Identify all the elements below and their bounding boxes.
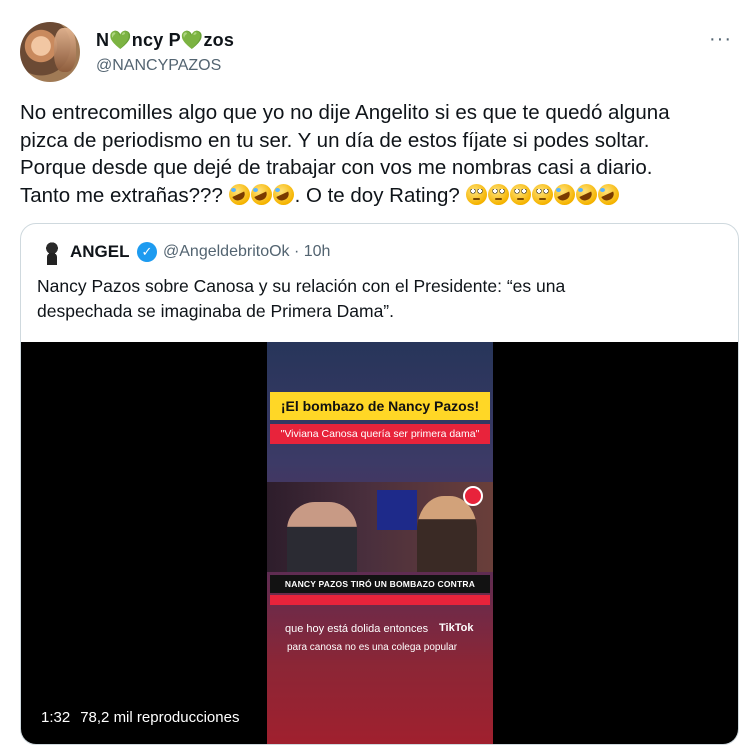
host-figure <box>287 502 357 572</box>
rolling-eyes-emoji-icon <box>510 183 531 205</box>
video-lower-bar <box>270 595 490 605</box>
emoji-group-2 <box>466 183 620 207</box>
tweet-tail: . O te doy Rating? <box>294 183 466 207</box>
rofl-emoji-icon <box>251 183 273 205</box>
quoted-author-avatar[interactable] <box>40 241 64 265</box>
rolling-eyes-emoji-icon <box>488 183 509 205</box>
quoted-tweet[interactable]: ANGEL ✓ @AngeldebritoOk · 10h Nancy Pazo… <box>20 223 739 745</box>
rofl-emoji-icon <box>554 183 575 205</box>
rofl-emoji-icon <box>576 183 597 205</box>
emoji-group-1 <box>229 183 295 207</box>
video-views: 78,2 mil reproducciones <box>80 709 240 726</box>
studio-screen <box>377 490 417 530</box>
more-dots-icon[interactable]: ··· <box>709 28 732 51</box>
quoted-text: Nancy Pazos sobre Canosa y su relación c… <box>37 276 566 321</box>
video-subtitle-2: para canosa no es una colega popular <box>287 642 458 653</box>
tweet-text: No entrecomilles algo que yo no dije Ang… <box>20 99 735 209</box>
video-studio-scene <box>267 482 493 572</box>
video-banner-title: ¡El bombazo de Nancy Pazos! <box>270 392 490 420</box>
video-banner-quote: "Viviana Canosa quería ser primera dama" <box>270 424 490 444</box>
tiktok-watermark: TikTok <box>439 622 474 634</box>
author-name[interactable]: N💚ncy P💚zos <box>96 30 234 51</box>
author-handle[interactable]: @NANCYPAZOS <box>96 57 221 75</box>
video-frame: ¡El bombazo de Nancy Pazos! "Viviana Can… <box>267 342 493 744</box>
author-avatar[interactable] <box>20 22 80 82</box>
quoted-author-name[interactable]: ANGEL <box>70 242 130 262</box>
video-subtitle-1: que hoy está dolida entonces <box>285 623 429 635</box>
rofl-emoji-icon <box>273 183 295 205</box>
rolling-eyes-emoji-icon <box>532 183 553 205</box>
video-duration: 1:32 <box>41 709 71 726</box>
rofl-emoji-icon <box>598 183 619 205</box>
video-info-badge: 1:32 78,2 mil reproducciones <box>33 704 248 732</box>
video-player[interactable]: ¡El bombazo de Nancy Pazos! "Viviana Can… <box>21 342 738 744</box>
rofl-emoji-icon <box>229 183 251 205</box>
quoted-handle-time[interactable]: @AngeldebritoOk · 10h <box>163 243 330 261</box>
guest-figure <box>417 496 477 572</box>
video-lower-third: NANCY PAZOS TIRÓ UN BOMBAZO CONTRA CANOS… <box>270 575 490 607</box>
channel-logo-icon <box>463 486 483 506</box>
verified-badge-icon: ✓ <box>137 242 157 262</box>
rolling-eyes-emoji-icon <box>466 183 487 205</box>
